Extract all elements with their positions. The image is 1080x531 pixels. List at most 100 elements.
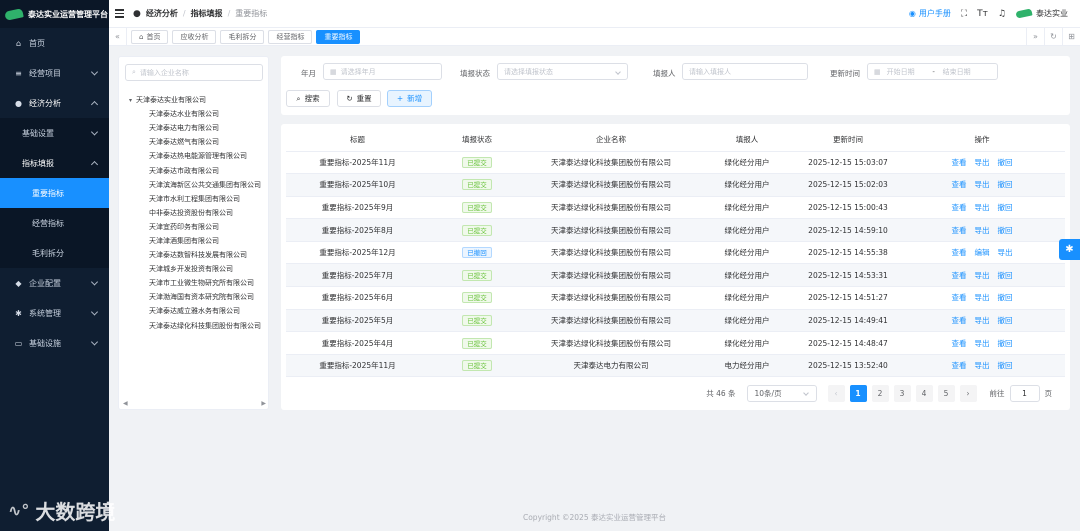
- row-action-link[interactable]: 查看: [952, 247, 967, 258]
- tree-node[interactable]: 中非泰达投资股份有限公司: [129, 206, 270, 220]
- tree-node[interactable]: 天津泰达热电能源管理有限公司: [129, 149, 270, 163]
- sidebar-item-basic-settings[interactable]: 基础设置: [0, 118, 109, 148]
- breadcrumb-item[interactable]: 指标填报: [191, 8, 223, 19]
- sidebar-item-enterprise-config[interactable]: ◆ 企业配置: [0, 268, 109, 298]
- status-select[interactable]: 请选择填报状态: [497, 63, 628, 80]
- tree-node[interactable]: 天津渤海国有资本研究院有限公司: [129, 290, 270, 304]
- row-action-link[interactable]: 编辑: [975, 247, 990, 258]
- row-action-link[interactable]: 查看: [952, 225, 967, 236]
- tabs-scroll-left-icon[interactable]: «: [109, 27, 127, 46]
- row-action-link[interactable]: 导出: [998, 247, 1013, 258]
- tree-node[interactable]: 天津城乡开发投资有限公司: [129, 262, 270, 276]
- tree-node-root[interactable]: ▾ 天津泰达实业有限公司: [129, 93, 270, 107]
- sidebar-item-system-management[interactable]: ✱ 系统管理: [0, 298, 109, 328]
- sidebar-item-infrastructure[interactable]: ▭ 基础设施: [0, 328, 109, 358]
- sidebar-item-indicator-filing[interactable]: 指标填报: [0, 148, 109, 178]
- row-action-link[interactable]: 撤回: [998, 270, 1013, 281]
- row-action-link[interactable]: 导出: [975, 360, 990, 371]
- row-action-link[interactable]: 撤回: [998, 292, 1013, 303]
- row-action-link[interactable]: 查看: [952, 270, 967, 281]
- month-picker[interactable]: ▦ 请选择年月: [323, 63, 442, 80]
- tree-node[interactable]: 天津滨海新区公共交通集团有限公司: [129, 178, 270, 192]
- settings-float-button[interactable]: ✱: [1059, 239, 1080, 260]
- refresh-icon[interactable]: ↻: [1044, 27, 1062, 46]
- tree-node[interactable]: 天津泰达电力有限公司: [129, 121, 270, 135]
- page-button-5[interactable]: 5: [937, 385, 955, 402]
- tree-node[interactable]: 天津泰达市政有限公司: [129, 163, 270, 177]
- tree-node[interactable]: 天津市工业微生物研究所有限公司: [129, 276, 270, 290]
- row-action-link[interactable]: 撤回: [998, 179, 1013, 190]
- row-action-link[interactable]: 查看: [952, 179, 967, 190]
- grid-icon[interactable]: ⊞: [1062, 27, 1080, 46]
- date-range-picker[interactable]: ▦ 开始日期 - 结束日期: [867, 63, 998, 80]
- add-button[interactable]: + 新增: [387, 90, 432, 107]
- page-button-1[interactable]: 1: [849, 385, 867, 402]
- reset-button[interactable]: ↻ 重置: [337, 90, 381, 107]
- menu-toggle-icon[interactable]: [115, 9, 124, 18]
- tab-gross-profit-split[interactable]: 毛利拆分: [220, 29, 265, 44]
- row-action-link[interactable]: 导出: [975, 225, 990, 236]
- user-manual-link[interactable]: ◉ 用户手册: [909, 8, 951, 19]
- scroll-left-icon[interactable]: ◀: [123, 400, 128, 407]
- tree-node[interactable]: 天津泰达数智科技发展有限公司: [129, 248, 270, 262]
- row-action-link[interactable]: 导出: [975, 338, 990, 349]
- company-search-input[interactable]: ⌕ 请输入企业名称: [125, 64, 263, 81]
- row-action-link[interactable]: 查看: [952, 157, 967, 168]
- search-button[interactable]: ⌕ 搜索: [286, 90, 330, 107]
- row-action-link[interactable]: 导出: [975, 270, 990, 281]
- tree-node[interactable]: 天津泰达威立雅水务有限公司: [129, 304, 270, 318]
- page-tabs: ⌂ 首页 应收分析 毛利拆分 经营指标 重要指标: [127, 29, 361, 44]
- page-button-2[interactable]: 2: [871, 385, 889, 402]
- row-action-link[interactable]: 撤回: [998, 315, 1013, 326]
- row-action-link[interactable]: 导出: [975, 315, 990, 326]
- bell-icon[interactable]: ♫: [998, 9, 1006, 19]
- scroll-right-icon[interactable]: ▶: [261, 400, 266, 407]
- prev-page-button[interactable]: ‹: [827, 385, 845, 402]
- row-action-link[interactable]: 查看: [952, 202, 967, 213]
- row-action-link[interactable]: 查看: [952, 292, 967, 303]
- row-action-link[interactable]: 撤回: [998, 202, 1013, 213]
- next-page-button[interactable]: ›: [959, 385, 977, 402]
- row-action-link[interactable]: 导出: [975, 292, 990, 303]
- page-button-3[interactable]: 3: [893, 385, 911, 402]
- tab-key-indicators[interactable]: 重要指标: [316, 29, 361, 44]
- row-action-link[interactable]: 导出: [975, 157, 990, 168]
- page-size-select[interactable]: 10条/页: [746, 385, 817, 402]
- sidebar-item-operating-indicators[interactable]: 经营指标: [0, 208, 109, 238]
- tab-operating-indicators[interactable]: 经营指标: [268, 29, 313, 44]
- user-menu[interactable]: 泰达实业: [1015, 8, 1068, 19]
- row-action-link[interactable]: 撤回: [998, 225, 1013, 236]
- sidebar-item-business-projects[interactable]: ≡ 经营项目: [0, 58, 109, 88]
- caret-down-icon[interactable]: ▾: [129, 97, 132, 104]
- tree-horizontal-scrollbar[interactable]: ◀ ▶: [123, 399, 266, 407]
- reporter-input[interactable]: 请输入填报人: [682, 63, 808, 80]
- sidebar-item-key-indicators[interactable]: 重要指标: [0, 178, 109, 208]
- tabs-scroll-right-icon[interactable]: »: [1026, 27, 1044, 46]
- sidebar-item-economic-analysis[interactable]: ● 经济分析: [0, 88, 109, 118]
- tab-home[interactable]: ⌂ 首页: [131, 29, 169, 44]
- row-action-link[interactable]: 导出: [975, 179, 990, 190]
- row-action-link[interactable]: 撤回: [998, 360, 1013, 371]
- goto-page-input[interactable]: 1: [1009, 385, 1040, 402]
- fullscreen-icon[interactable]: ⛶: [961, 9, 967, 19]
- tree-node[interactable]: 天津泰达绿化科技集团股份有限公司: [129, 319, 270, 333]
- row-action-link[interactable]: 查看: [952, 338, 967, 349]
- tree-node[interactable]: 天津津酒集团有限公司: [129, 234, 270, 248]
- row-action-link[interactable]: 导出: [975, 202, 990, 213]
- tree-node[interactable]: 天津泰达水业有限公司: [129, 107, 270, 121]
- row-action-link[interactable]: 撤回: [998, 338, 1013, 349]
- page-button-4[interactable]: 4: [915, 385, 933, 402]
- tree-node[interactable]: 天津泰达燃气有限公司: [129, 135, 270, 149]
- font-size-icon[interactable]: Tт: [977, 9, 988, 19]
- row-action-link[interactable]: 查看: [952, 315, 967, 326]
- tab-receivables-analysis[interactable]: 应收分析: [172, 29, 217, 44]
- sidebar-item-home[interactable]: ⌂ 首页: [0, 28, 109, 58]
- cell-title: 重要指标-2025年4月: [286, 331, 429, 355]
- row-action-link[interactable]: 撤回: [998, 157, 1013, 168]
- tree-node[interactable]: 天津市水利工程集团有限公司: [129, 192, 270, 206]
- breadcrumb-item[interactable]: 经济分析: [146, 8, 178, 19]
- row-action-link[interactable]: 查看: [952, 360, 967, 371]
- tree-node[interactable]: 天津宜药印务有限公司: [129, 220, 270, 234]
- sidebar-item-gross-profit-split[interactable]: 毛利拆分: [0, 238, 109, 268]
- app-logo[interactable]: 泰达实业运营管理平台: [0, 0, 109, 28]
